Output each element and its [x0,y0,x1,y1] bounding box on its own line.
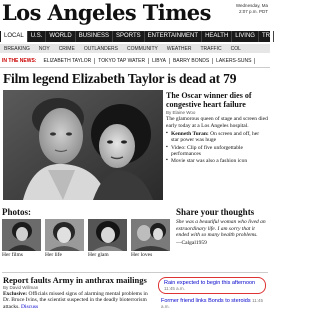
subnav-item-columns[interactable]: COL [231,46,250,52]
story-dek[interactable]: The Oscar winner dies of congestive hear… [166,91,268,109]
primary-nav: LOCAL U.S. WORLD BUSINESS SPORTS ENTERTA… [0,31,274,42]
rain-headline[interactable]: Rain expected to begin this afternoon 11… [164,280,260,292]
subnav-item-breaking[interactable]: BREAKING [4,46,39,52]
share-thoughts-title[interactable]: Share your thoughts [176,207,268,217]
nav-item-sports[interactable]: SPORTS [113,31,145,42]
subnav-item-weather[interactable]: WEATHER [167,46,201,52]
section-divider [2,272,268,273]
dateline: Wednesday, Ma 2:07 p.m. PDT [236,3,268,15]
exclusive-label: Exclusive: [3,291,28,297]
thumb-caption[interactable]: Her glam [88,252,127,258]
army-story: Report faults Army in anthrax mailings B… [3,276,153,310]
nav-item-living[interactable]: LIVING [232,31,259,42]
thumb-caption[interactable]: Her life [45,252,84,258]
in-the-news-label: IN THE NEWS: [2,58,37,64]
thumb-her-loves[interactable]: Her loves [131,219,170,258]
in-the-news-bar: IN THE NEWS: ELIZABETH TAYLOR TOKYO TAP … [0,55,270,68]
news-link-elizabeth-taylor[interactable]: ELIZABETH TAYLOR [40,58,96,64]
photo-thumbnails: Her films Her life Her glam Her loves [2,219,170,258]
related-link-fashion[interactable]: Movie star was also a fashion icon [166,158,268,165]
photos-section: Photos: [2,207,31,217]
army-story-body: Exclusive: Officials missed signs of ala… [3,291,153,310]
related-links-list: Kenneth Turan: On screen and off, her st… [166,131,268,165]
subnav-item-outlanders[interactable]: OUTLANDERS [84,46,127,52]
main-story-photo[interactable] [3,90,163,200]
rain-headline-time: 11:45 a.m. [164,286,185,291]
story-summary-text: The glamorous queen of stage and screen … [166,116,268,129]
time-text: 2:07 p.m. PDT [238,9,268,14]
photos-label: Photos: [2,207,31,217]
related-link-video[interactable]: Video: Clip of five unforgettable perfor… [166,145,268,158]
thumb-her-films[interactable]: Her films [2,219,41,258]
army-story-byline: By David Willman [3,285,39,290]
bonds-headline[interactable]: Former friend links Bonds to steroids 11… [161,298,266,311]
main-story-summary: The Oscar winner dies of congestive hear… [166,91,268,165]
reader-quote-author: —Calgal1959 [176,239,207,246]
news-link-tokyo-tap-water[interactable]: TOKYO TAP WATER [95,58,150,64]
nav-item-world[interactable]: WORLD [46,31,76,42]
story-byline: By Elaine Woo [166,110,196,115]
news-link-lakers-suns[interactable]: LAKERS-SUNS [213,58,256,64]
subnav-item-traffic[interactable]: TRAFFIC [200,46,230,52]
main-photo-image [3,90,163,200]
thumb-her-glam[interactable]: Her glam [88,219,127,258]
army-story-headline[interactable]: Report faults Army in anthrax mailings [3,276,153,285]
rain-headline-box[interactable]: Rain expected to begin this afternoon 11… [158,277,266,294]
nav-item-travel[interactable]: TR [259,31,274,42]
thumb-her-films-image [2,219,41,251]
subnav-item-community[interactable]: COMMUNITY [127,46,167,52]
reader-quote: She was a beautiful woman who lived an e… [176,219,266,238]
nav-item-entertainment[interactable]: ENTERTAINMENT [145,31,203,42]
thumb-caption[interactable]: Her films [2,252,41,258]
related-link-fashion-text: Movie star was also a fashion icon [171,158,248,165]
related-link-video-text: Video: Clip of five unforgettable perfor… [171,144,243,157]
main-headline[interactable]: Film legend Elizabeth Taylor is dead at … [3,71,236,87]
discuss-link[interactable]: Discuss [21,304,38,310]
nav-item-business[interactable]: BUSINESS [76,31,114,42]
subnav-item-noy[interactable]: NOY [39,46,59,52]
thumb-her-glam-image [88,219,127,251]
news-link-barry-bonds[interactable]: BARRY BONDS [170,58,214,64]
related-link-turan-bold: Kenneth Turan: [171,131,209,137]
masthead: Los Angeles Times Wednesday, Ma 2:07 p.m… [0,0,270,26]
nav-item-local[interactable]: LOCAL [1,31,28,42]
thumb-her-loves-image [131,219,170,251]
nav-item-health[interactable]: HEALTH [202,31,233,42]
related-link-turan[interactable]: Kenneth Turan: On screen and off, her st… [166,131,268,144]
thumb-her-life-image [45,219,84,251]
site-logo[interactable]: Los Angeles Times [2,2,211,24]
secondary-nav: BREAKING NOY CRIME OUTLANDERS COMMUNITY … [0,44,270,53]
subnav-item-crime[interactable]: CRIME [59,46,84,52]
thumb-caption[interactable]: Her loves [131,252,170,258]
thumb-her-life[interactable]: Her life [45,219,84,258]
share-thoughts-panel: Share your thoughts She was a beautiful … [176,207,268,246]
nav-item-us[interactable]: U.S. [28,31,47,42]
news-link-libya[interactable]: LIBYA [149,58,170,64]
bonds-headline-text: Former friend links Bonds to steroids [161,298,251,304]
